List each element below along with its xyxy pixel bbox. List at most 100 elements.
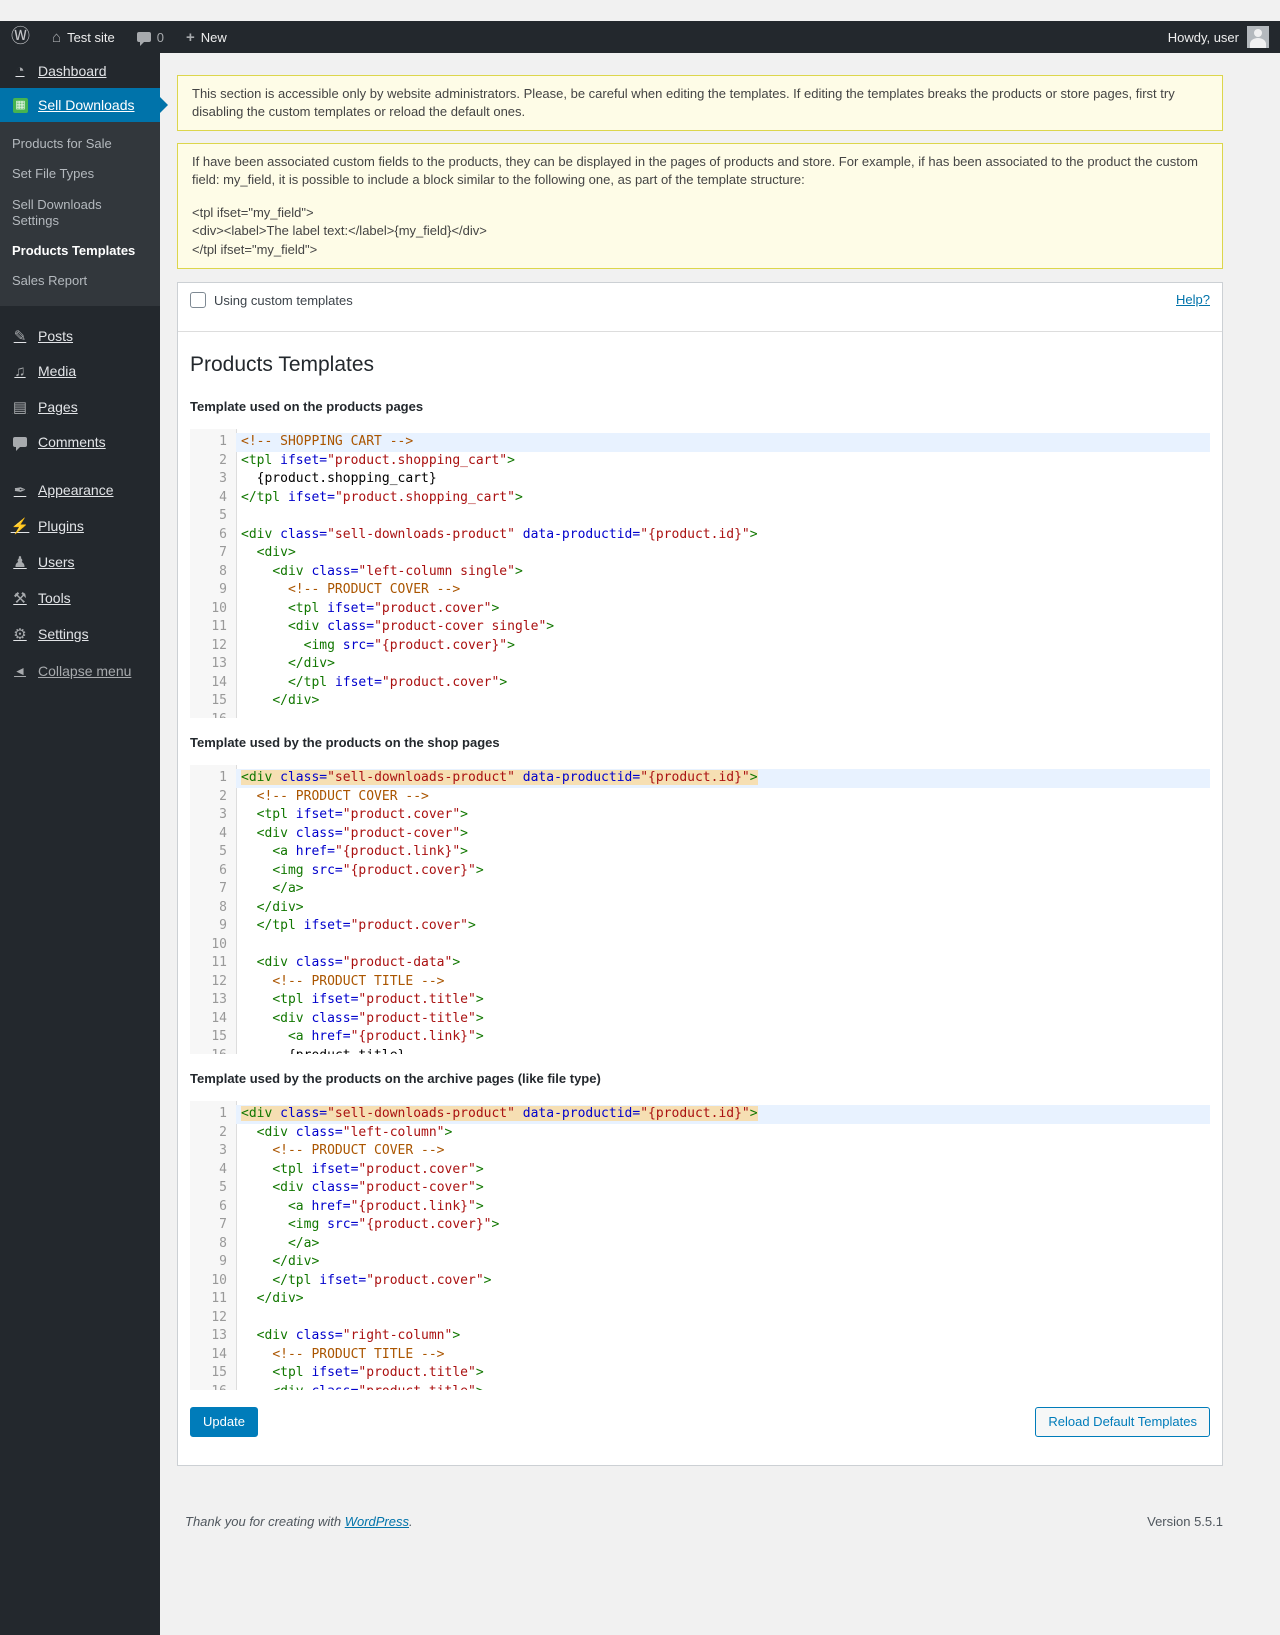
code-line[interactable]: 14 <div class="product-title"> (190, 1010, 1210, 1029)
sidebar-item-comments[interactable]: Comments (0, 425, 160, 460)
code-line[interactable]: 15 <tpl ifset="product.title"> (190, 1364, 1210, 1383)
sidebar-item-set-file-types[interactable]: Set File Types (0, 159, 160, 189)
sidebar-item-products-templates[interactable]: Products Templates (0, 236, 160, 266)
sidebar-item-media[interactable]: ♫ Media (0, 354, 160, 389)
code-line[interactable]: 12 (190, 1309, 1210, 1328)
code-line[interactable]: 8 <div class="left-column single"> (190, 563, 1210, 582)
code-line[interactable]: 1 <div class="sell-downloads-product" dat… (190, 769, 1210, 788)
code-line[interactable]: 11 </div> (190, 1290, 1210, 1309)
sidebar-item-users[interactable]: ♟ Users (0, 544, 160, 580)
code-line[interactable]: 16 {product.title} (190, 1047, 1210, 1055)
code-line[interactable]: 5 (190, 507, 1210, 526)
sidebar-item-products-for-sale[interactable]: Products for Sale (0, 129, 160, 159)
wordpress-link[interactable]: WordPress (345, 1514, 409, 1529)
code-line[interactable]: 10 (190, 936, 1210, 955)
sidebar-item-posts[interactable]: ✎ Posts (0, 318, 160, 354)
code-line[interactable]: 13 </div> (190, 655, 1210, 674)
comments-bubble-icon (10, 434, 30, 451)
code-line[interactable]: 4 <tpl ifset="product.cover"> (190, 1161, 1210, 1180)
code-line[interactable]: 5 <a href="{product.link}"> (190, 843, 1210, 862)
reload-default-templates-button[interactable]: Reload Default Templates (1035, 1407, 1210, 1438)
code-line[interactable]: 10 <tpl ifset="product.cover"> (190, 600, 1210, 619)
code-text: <tpl ifset="product.title"> (272, 1365, 484, 1381)
code-line[interactable]: 10 </tpl ifset="product.cover"> (190, 1272, 1210, 1291)
sidebar-item-settings[interactable]: ⚙ Settings (0, 616, 160, 652)
code-editor-archive-pages[interactable]: 1 <div class="sell-downloads-product" dat… (190, 1101, 1210, 1391)
code-line[interactable]: 6 <div class="sell-downloads-product" dat… (190, 526, 1210, 545)
code-line[interactable]: 4 </tpl ifset="product.shopping_cart"> (190, 489, 1210, 508)
code-text: <div class="product-title"> (272, 1010, 484, 1026)
my-account-menu[interactable]: Howdy, user (1157, 21, 1280, 53)
code-line[interactable]: 2 <tpl ifset="product.shopping_cart"> (190, 452, 1210, 471)
sidebar-item-pages[interactable]: ▤ Pages (0, 389, 160, 425)
footer-thanks: Thank you for creating with WordPress. (185, 1514, 413, 1530)
sidebar-item-dashboard[interactable]: ◔ Dashboard (0, 53, 160, 88)
line-number: 2 (219, 452, 227, 468)
code-line[interactable]: 9 </div> (190, 1253, 1210, 1272)
using-custom-templates-checkbox[interactable] (190, 292, 206, 309)
code-text: <div class="left-column"> (256, 1124, 453, 1140)
code-line[interactable]: 9 </tpl ifset="product.cover"> (190, 917, 1210, 936)
home-icon: ⌂ (52, 28, 62, 46)
code-text: <tpl ifset="product.title"> (272, 992, 484, 1008)
code-line[interactable]: 15 <a href="{product.link}"> (190, 1028, 1210, 1047)
code-line[interactable]: 6 <a href="{product.link}"> (190, 1198, 1210, 1217)
code-line[interactable]: 14 </tpl ifset="product.cover"> (190, 674, 1210, 693)
update-button[interactable]: Update (190, 1407, 258, 1438)
line-number: 13 (211, 992, 227, 1008)
line-number: 14 (211, 674, 227, 690)
code-line[interactable]: 12 <img src="{product.cover}"> (190, 637, 1210, 656)
code-line[interactable]: 9 <!-- PRODUCT COVER --> (190, 581, 1210, 600)
code-text: <a href="{product.link}"> (287, 1029, 484, 1045)
line-number: 1 (219, 1106, 227, 1122)
code-line[interactable]: 1 <div class="sell-downloads-product" dat… (190, 1105, 1210, 1124)
code-line[interactable]: 16 (190, 711, 1210, 719)
code-line[interactable]: 8 </a> (190, 1235, 1210, 1254)
code-line[interactable]: 1 <!-- SHOPPING CART --> (190, 433, 1210, 452)
sidebar-item-label: Media (38, 363, 77, 379)
comments-menu[interactable]: 0 (126, 21, 175, 53)
code-line[interactable]: 8 </div> (190, 899, 1210, 918)
code-line[interactable]: 7 <img src="{product.cover}"> (190, 1216, 1210, 1235)
code-line[interactable]: 5 <div class="product-cover"> (190, 1179, 1210, 1198)
sidebar-item-sell-downloads[interactable]: ▦ Sell Downloads (0, 88, 168, 122)
code-line[interactable]: 3 <!-- PRODUCT COVER --> (190, 1142, 1210, 1161)
site-name-menu[interactable]: ⌂ Test site (41, 21, 126, 53)
admin-menu: ◔ Dashboard ▦ Sell Downloads Products fo… (0, 53, 168, 1635)
code-line[interactable]: 15 </div> (190, 692, 1210, 711)
code-line[interactable]: 7 <div> (190, 544, 1210, 563)
sidebar-item-appearance[interactable]: ✒ Appearance (0, 472, 160, 508)
howdy-label: Howdy, user (1167, 29, 1239, 45)
code-line[interactable]: 13 <div class="right-column"> (190, 1327, 1210, 1346)
line-number: 15 (211, 1029, 227, 1045)
sidebar-item-sales-report[interactable]: Sales Report (0, 266, 160, 296)
wordpress-menu[interactable]: Ⓦ (0, 21, 41, 53)
new-content-menu[interactable]: + New (175, 21, 238, 53)
code-text: </div> (256, 899, 304, 915)
code-line[interactable]: 11 <div class="product-cover single"> (190, 618, 1210, 637)
code-line[interactable]: 2 <div class="left-column"> (190, 1124, 1210, 1143)
code-line[interactable]: 2 <!-- PRODUCT COVER --> (190, 788, 1210, 807)
code-line[interactable]: 11 <div class="product-data"> (190, 954, 1210, 973)
line-number: 16 (190, 711, 236, 719)
code-line[interactable]: 4 <div class="product-cover"> (190, 825, 1210, 844)
code-line[interactable]: 6 <img src="{product.cover}"> (190, 862, 1210, 881)
code-line[interactable]: 12 <!-- PRODUCT TITLE --> (190, 973, 1210, 992)
code-editor-products-pages[interactable]: 1 <!-- SHOPPING CART --> 2 <tpl ifset="prod… (190, 429, 1210, 719)
code-line[interactable]: 3 <tpl ifset="product.cover"> (190, 806, 1210, 825)
code-line[interactable]: 14 <!-- PRODUCT TITLE --> (190, 1346, 1210, 1365)
code-line[interactable]: 7 </a> (190, 880, 1210, 899)
code-line[interactable]: 13 <tpl ifset="product.title"> (190, 991, 1210, 1010)
code-line[interactable]: 16 <div class="product-title"> (190, 1383, 1210, 1391)
code-editor-shop-pages[interactable]: 1 <div class="sell-downloads-product" dat… (190, 765, 1210, 1055)
code-line[interactable]: 3 {product.shopping_cart} (190, 470, 1210, 489)
line-number: 10 (211, 1272, 227, 1288)
help-link[interactable]: Help? (1176, 292, 1210, 307)
collapse-menu-button[interactable]: ◄ Collapse menu (0, 654, 160, 688)
sidebar-item-tools[interactable]: ⚒ Tools (0, 580, 160, 616)
sidebar-item-plugins[interactable]: ⚡ Plugins (0, 508, 160, 544)
sidebar-item-sell-downloads-settings[interactable]: Sell Downloads Settings (0, 190, 160, 237)
code-text: {product.title} (236, 1047, 1210, 1055)
